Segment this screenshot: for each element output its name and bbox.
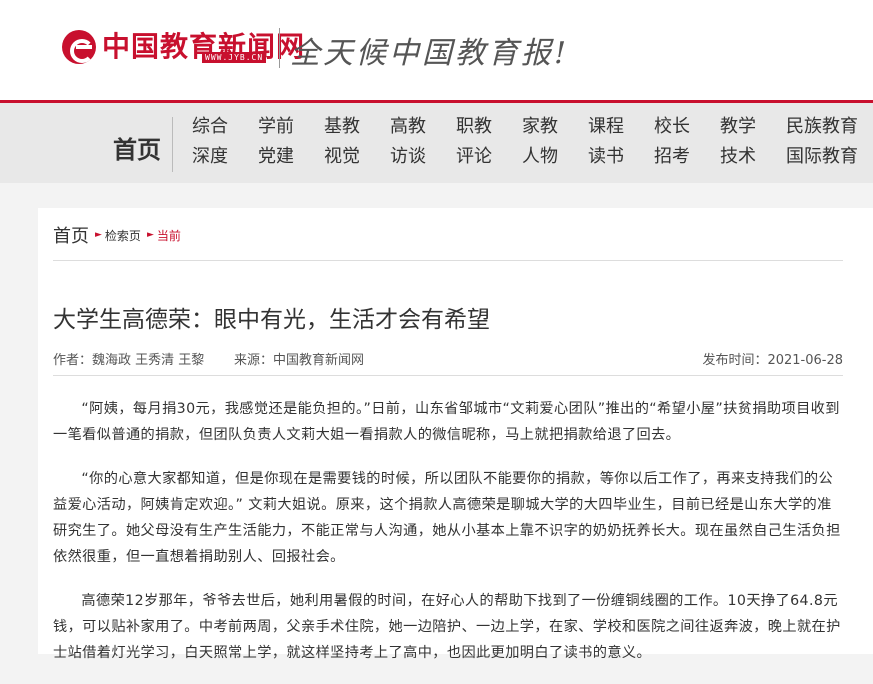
article-paragraph: “你的心意大家都知道，但是你现在是需要钱的时候，所以团队不能要你的捐款，等你以后… (53, 471, 841, 565)
breadcrumb: 首页 ► 检索页 ► 当前 (53, 222, 181, 248)
header-divider (279, 28, 280, 68)
site-header: 中国教育新闻网 WWW.JYB.CN 全天候中国教育报! (0, 0, 873, 101)
article-source: 来源：中国教育新闻网 (234, 353, 365, 368)
logo-emblem-icon (62, 30, 96, 64)
nav-item[interactable]: 家教 (522, 115, 588, 139)
article-body: “阿姨，每月捐30元，我感觉还是能负担的。”日前，山东省邹城市“文莉爱心团队”推… (53, 396, 843, 684)
nav-item[interactable]: 民族教育 (786, 115, 866, 139)
breadcrumb-home[interactable]: 首页 (53, 222, 89, 248)
breadcrumb-current: 当前 (156, 228, 181, 243)
nav-item[interactable]: 党建 (258, 145, 324, 169)
nav-item[interactable]: 评论 (456, 145, 522, 169)
nav-item[interactable]: 技术 (720, 145, 786, 169)
breadcrumb-arrow-icon: ► (146, 230, 154, 240)
nav-item[interactable]: 基教 (324, 115, 390, 139)
article-paragraph: “阿姨，每月捐30元，我感觉还是能负担的。”日前，山东省邹城市“文莉爱心团队”推… (53, 401, 840, 443)
breadcrumb-divider (53, 260, 843, 261)
nav-item[interactable]: 高教 (390, 115, 456, 139)
nav-item[interactable]: 深度 (192, 145, 258, 169)
nav-item[interactable]: 招考 (654, 145, 720, 169)
nav-item[interactable]: 访谈 (390, 145, 456, 169)
article-container: 首页 ► 检索页 ► 当前 大学生高德荣：眼中有光，生活才会有希望 作者：魏海政… (38, 208, 873, 661)
nav-item[interactable]: 校长 (654, 115, 720, 139)
breadcrumb-search-page[interactable]: 检索页 (105, 227, 141, 244)
nav-item[interactable]: 教学 (720, 115, 786, 139)
nav-item[interactable]: 课程 (588, 115, 654, 139)
nav-divider (172, 117, 173, 172)
article-author: 作者：魏海政 王秀清 王黎 (53, 353, 205, 368)
nav-item[interactable]: 国际教育 (786, 145, 866, 169)
nav-links: 综合 学前 基教 高教 职教 家教 课程 校长 教学 民族教育 深度 党建 视觉… (192, 115, 866, 169)
breadcrumb-arrow-icon: ► (95, 230, 102, 240)
nav-home[interactable]: 首页 (113, 130, 161, 165)
article-title: 大学生高德荣：眼中有光，生活才会有希望 (53, 307, 490, 333)
nav-item[interactable]: 读书 (588, 145, 654, 169)
nav-item[interactable]: 职教 (456, 115, 522, 139)
article-paragraph: 高德荣12岁那年，爷爷去世后，她利用暑假的时间，在好心人的帮助下找到了一份缠铜线… (53, 593, 841, 661)
site-logo[interactable]: 中国教育新闻网 (62, 25, 305, 69)
logo-url: WWW.JYB.CN (202, 52, 267, 63)
main-nav: 首页 综合 学前 基教 高教 职教 家教 课程 校长 教学 民族教育 深度 党建… (0, 103, 873, 183)
nav-item[interactable]: 综合 (192, 115, 258, 139)
header-slogan: 全天候中国教育报! (290, 36, 570, 71)
nav-item[interactable]: 视觉 (324, 145, 390, 169)
nav-item[interactable]: 学前 (258, 115, 324, 139)
nav-item[interactable]: 人物 (522, 145, 588, 169)
article-date: 发布时间：2021-06-28 (702, 353, 843, 368)
meta-divider (53, 375, 843, 376)
